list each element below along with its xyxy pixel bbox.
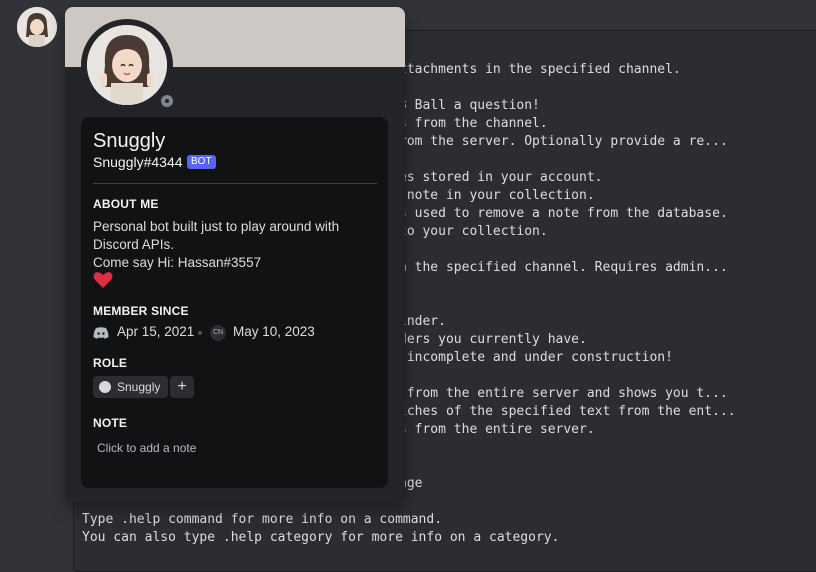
code-line: es stored in your account. (399, 170, 603, 185)
discord-join-date: Apr 15, 2021 (117, 324, 195, 339)
note-heading: NOTE (93, 416, 128, 430)
about-me-line: Come say Hi: Hassan#3557 (93, 255, 262, 270)
code-line: inder. (399, 314, 446, 329)
divider (93, 183, 377, 184)
separator-dot (198, 331, 202, 335)
server-icon: CN (210, 325, 226, 341)
server-join-date: May 10, 2023 (233, 324, 315, 339)
code-line: ttachments in the specified channel. (399, 62, 681, 77)
profile-username: Snuggly (93, 130, 166, 152)
code-line: 3 Ball a question! (399, 98, 540, 113)
about-me-line: Personal bot built just to play around w… (93, 219, 340, 234)
user-profile-popout: Snuggly Snuggly#4344 BOT ABOUT ME Person… (65, 7, 405, 502)
add-role-button[interactable]: + (170, 376, 194, 398)
status-offline-icon (157, 91, 177, 111)
bot-badge: BOT (187, 155, 216, 169)
code-line: incomplete and under construction! (399, 350, 673, 365)
code-line: n the specified channel. Requires admin.… (399, 260, 728, 275)
code-line: s from the entire server. (399, 422, 595, 437)
code-line: note in your collection. (399, 188, 595, 203)
about-me-line: Discord APIs. (93, 237, 175, 252)
code-line: You can also type .help category for mor… (82, 530, 560, 545)
code-line: rom the server. Optionally provide a re.… (399, 134, 728, 149)
profile-body: Snuggly Snuggly#4344 BOT ABOUT ME Person… (81, 117, 388, 488)
code-line: s used to remove a note from the databas… (399, 206, 728, 221)
code-line: s from the channel. (399, 116, 548, 131)
profile-avatar[interactable] (81, 19, 177, 111)
code-line: from the entire server and shows you t..… (399, 386, 728, 401)
role-name: Snuggly (117, 380, 161, 394)
profile-tag[interactable]: Snuggly#4344 (93, 154, 183, 170)
note-input[interactable]: Click to add a note (97, 441, 196, 455)
avatar-image (17, 7, 57, 47)
avatar-image (87, 25, 167, 105)
code-line: ders you currently have. (399, 332, 587, 347)
about-me-heading: ABOUT ME (93, 197, 159, 211)
role-pill[interactable]: Snuggly (93, 376, 169, 398)
role-heading: ROLE (93, 356, 128, 370)
channel-user-avatar[interactable] (17, 7, 57, 47)
discord-icon (93, 327, 109, 339)
role-color-dot (99, 381, 111, 393)
code-line: tches of the specified text from the ent… (399, 404, 736, 419)
code-line: Type .help command for more info on a co… (82, 512, 443, 527)
member-since-heading: MEMBER SINCE (93, 304, 189, 318)
code-line: to your collection. (399, 224, 548, 239)
heart-icon (93, 272, 113, 288)
